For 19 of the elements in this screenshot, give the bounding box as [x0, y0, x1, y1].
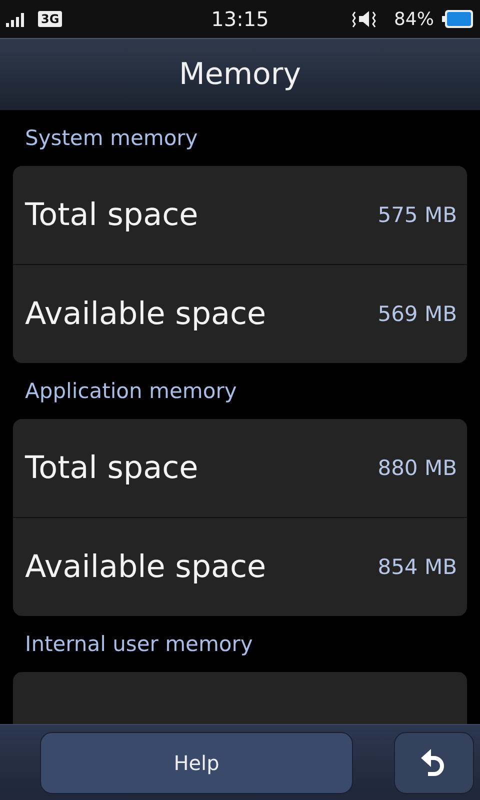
section-heading: Internal user memory [24, 631, 254, 658]
battery-icon [442, 9, 474, 29]
back-button[interactable] [394, 732, 474, 794]
network-type: 3G [38, 11, 62, 27]
vibrate-speaker-icon [352, 9, 378, 29]
row-label: Available space [25, 296, 266, 332]
clock: 13:15 [211, 7, 269, 31]
row-label: Total space [25, 450, 198, 486]
row-value: 569 MB [378, 302, 457, 326]
row-value: 575 MB [378, 203, 457, 227]
screen-title: Memory [178, 57, 301, 92]
battery-percent: 84% [394, 8, 434, 30]
section-heading: System memory [24, 125, 199, 152]
help-button[interactable]: Help [40, 732, 353, 794]
row-value: 880 MB [378, 456, 457, 480]
row-value: 854 MB [378, 555, 457, 579]
section-heading: Application memory [24, 378, 238, 405]
row-label: Total space [25, 197, 198, 233]
row-label: Available space [25, 549, 266, 585]
